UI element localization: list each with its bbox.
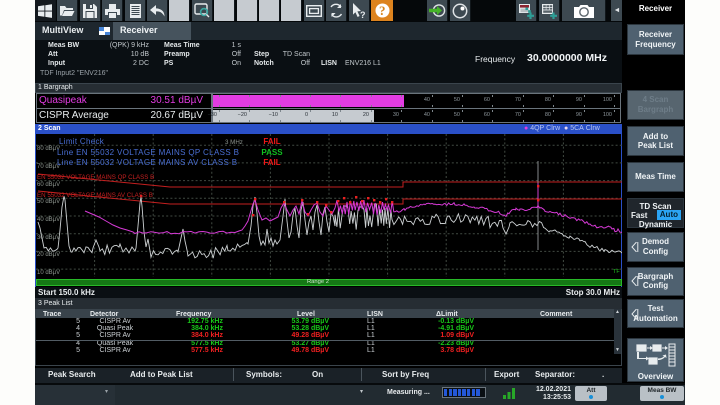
svg-text:?: ? <box>360 10 366 19</box>
svg-text:?: ? <box>379 3 386 18</box>
